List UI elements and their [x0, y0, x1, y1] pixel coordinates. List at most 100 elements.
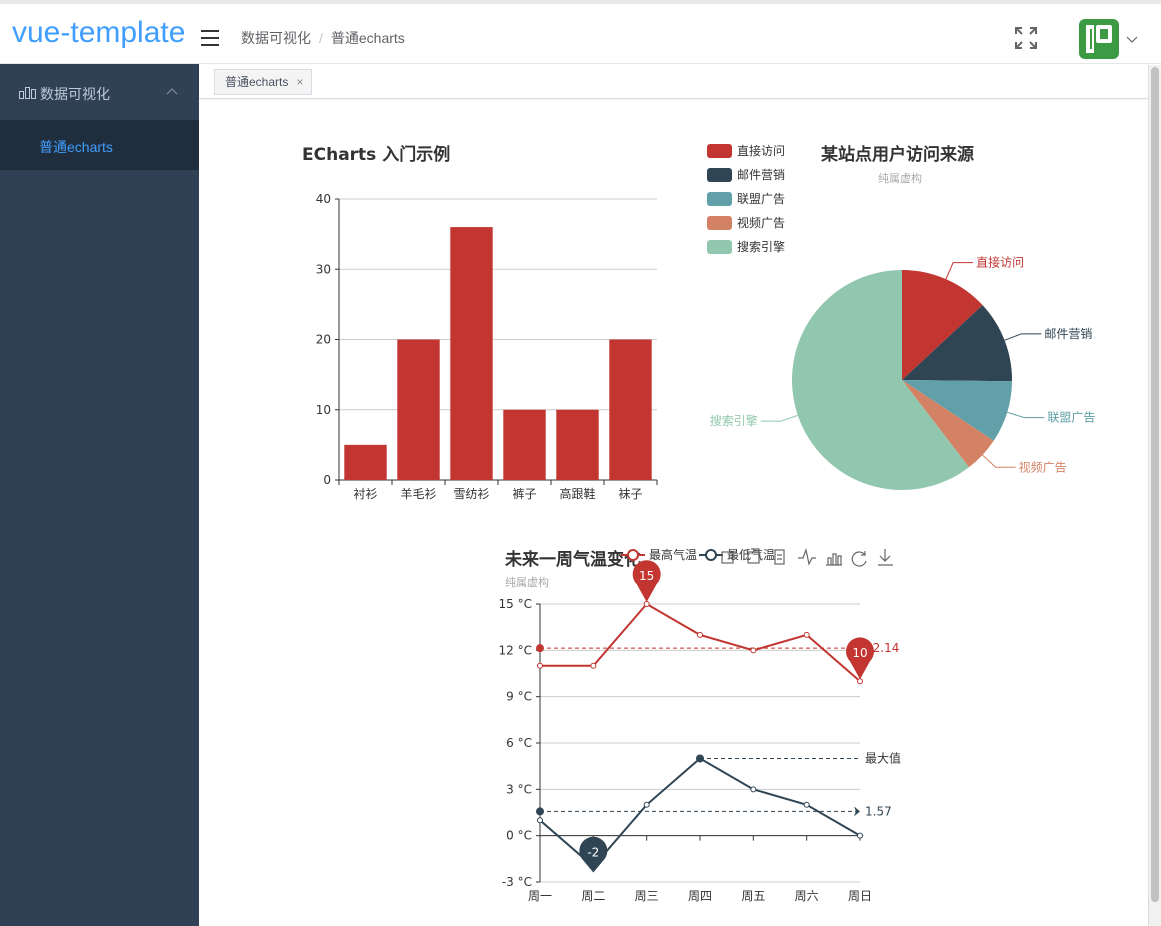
line-series-path — [540, 602, 861, 682]
vertical-scrollbar[interactable] — [1148, 65, 1161, 926]
line-point — [643, 601, 650, 607]
save-image-icon-glyph — [878, 549, 893, 566]
line-point — [590, 662, 597, 669]
bar-chart: ECharts 入门示例 衬衫 羊毛衫 雪纺衫 裤子 高跟鞋 袜子 0 10 20 30 40 — [302, 144, 658, 501]
pie-legend-swatch — [707, 144, 732, 158]
line-ytick-label: 9 °C — [506, 690, 532, 704]
pie-legend-swatch — [707, 168, 732, 182]
bar-xtick-label: 雪纺衫 — [453, 487, 489, 501]
scrollbar-thumb[interactable] — [1151, 67, 1159, 902]
tag-label: 普通echarts — [225, 75, 289, 89]
pie-chart-title: 某站点用户访问来源 — [821, 144, 974, 165]
top-navbar: vue-template 数据可视化 / 普通echarts — [0, 0, 1161, 64]
save-image-icon[interactable] — [878, 549, 893, 566]
bar — [609, 339, 652, 480]
fullscreen-icon[interactable] — [1014, 26, 1038, 50]
pie-legend-swatch — [707, 240, 732, 254]
pie-label-line — [945, 262, 974, 280]
line-xtick-label: 周二 — [581, 889, 605, 903]
bar-ytick-label: 10 — [316, 403, 331, 417]
tag-normal-echarts[interactable]: 普通echarts × — [214, 69, 313, 95]
line-xtick-label: 周三 — [635, 889, 659, 903]
line-point — [750, 786, 757, 793]
line-point — [643, 801, 650, 808]
avatar-logo-icon — [1086, 25, 1112, 53]
restore-icon[interactable] — [851, 551, 867, 567]
pie-slice-label: 搜索引擎 — [710, 413, 758, 428]
line-point — [857, 678, 863, 685]
pie-label-line — [982, 454, 1016, 468]
mark-point-label: 10 — [852, 646, 867, 660]
mark-point-label: 15 — [639, 569, 654, 583]
line-xtick-label: 周六 — [795, 889, 819, 903]
breadcrumb-separator: / — [319, 30, 323, 46]
line-chart-title: 未来一周气温变化 — [504, 549, 641, 570]
pie-legend-label: 联盟广告 — [737, 192, 785, 206]
line-ytick-label: 15 °C — [499, 597, 532, 611]
pie-slice-label: 邮件营销 — [1044, 327, 1092, 341]
bar-chart-icon-glyph — [826, 553, 842, 566]
mark-line-max-start — [696, 754, 704, 763]
hamburger-menu-icon[interactable] — [201, 30, 219, 46]
pie-legend-swatch — [707, 216, 732, 230]
chevron-up-icon — [166, 88, 178, 95]
line-legend-marker — [705, 549, 717, 561]
line-point — [537, 662, 543, 669]
main-content: ECharts 入门示例 衬衫 羊毛衫 雪纺衫 裤子 高跟鞋 袜子 0 10 20 30 40 某… — [199, 100, 1148, 926]
line-xtick-label: 周四 — [688, 889, 712, 903]
line-chart-icon[interactable] — [798, 547, 816, 566]
sidebar-item-normal-echarts[interactable]: 普通echarts — [0, 120, 199, 170]
sidebar-group-data-visualization[interactable]: 数据可视化 — [0, 64, 199, 120]
pie-slice-label: 直接访问 — [976, 255, 1024, 270]
sidebar: 数据可视化 普通echarts — [0, 64, 199, 926]
pie-label-line — [1004, 333, 1042, 341]
line-legend-label: 最高气温 — [649, 547, 697, 562]
line-ytick-label: 3 °C — [506, 782, 532, 796]
line-ytick-label: 0 °C — [506, 829, 532, 843]
line-ytick-label: -3 °C — [502, 875, 532, 889]
bar-xtick-label: 高跟鞋 — [559, 486, 595, 501]
bar-chart-icon — [19, 87, 36, 99]
line-chart: 未来一周气温变化 纯属虚构 最高气温 最低气温 12.1415101.57最大值-… — [499, 547, 901, 903]
bar-ytick-label: 0 — [323, 473, 331, 487]
sidebar-item-label: 普通echarts — [39, 139, 113, 155]
line-xtick-label: 周日 — [848, 889, 872, 903]
breadcrumb-item[interactable]: 数据可视化 — [241, 30, 311, 46]
bar-xtick-label: 裤子 — [512, 487, 536, 501]
breadcrumb: 数据可视化 / 普通echarts — [241, 28, 405, 48]
data-view-icon-glyph — [777, 554, 782, 560]
close-icon[interactable]: × — [296, 75, 303, 89]
line-ytick-label: 12 °C — [499, 643, 532, 657]
bar-xtick-label: 羊毛衫 — [400, 486, 436, 501]
data-view-icon[interactable] — [774, 549, 785, 565]
pie-slice-label: 视频广告 — [1019, 459, 1067, 474]
line-point — [803, 801, 810, 808]
bar-chart-title: ECharts 入门示例 — [302, 144, 450, 165]
data-view-icon-glyph — [774, 549, 785, 565]
avatar[interactable] — [1079, 19, 1119, 59]
bar — [450, 227, 493, 480]
mark-line-start — [536, 644, 544, 653]
mark-line-label: 1.57 — [865, 804, 892, 818]
pie-legend-label: 直接访问 — [737, 143, 785, 158]
charts-canvas: ECharts 入门示例 衬衫 羊毛衫 雪纺衫 裤子 高跟鞋 袜子 0 10 20 30 40 某… — [302, 143, 1095, 903]
line-point — [697, 631, 703, 638]
line-ytick-label: 6 °C — [506, 736, 532, 750]
line-chart-subtitle: 纯属虚构 — [505, 575, 549, 589]
mark-point-label: -2 — [587, 846, 599, 860]
bar-ytick-label: 40 — [316, 192, 331, 206]
line-point — [537, 817, 543, 824]
line-legend-marker — [627, 549, 639, 561]
bar-ytick-label: 20 — [316, 333, 331, 347]
pie-chart: 某站点用户访问来源 纯属虚构 直接访问邮件营销联盟广告视频广告搜索引擎 直接访问… — [707, 143, 1095, 490]
line-point — [803, 631, 810, 638]
sidebar-group-label: 数据可视化 — [40, 86, 110, 102]
bar-chart-icon[interactable] — [826, 553, 842, 566]
mark-line-max-label: 最大值 — [865, 750, 901, 765]
bar — [344, 444, 387, 480]
app-logo[interactable]: vue-template — [12, 16, 185, 50]
pie-label-line — [760, 414, 799, 422]
chevron-down-icon[interactable] — [1126, 36, 1138, 44]
pie-label-line — [1007, 411, 1045, 419]
breadcrumb-current: 普通echarts — [330, 30, 405, 46]
